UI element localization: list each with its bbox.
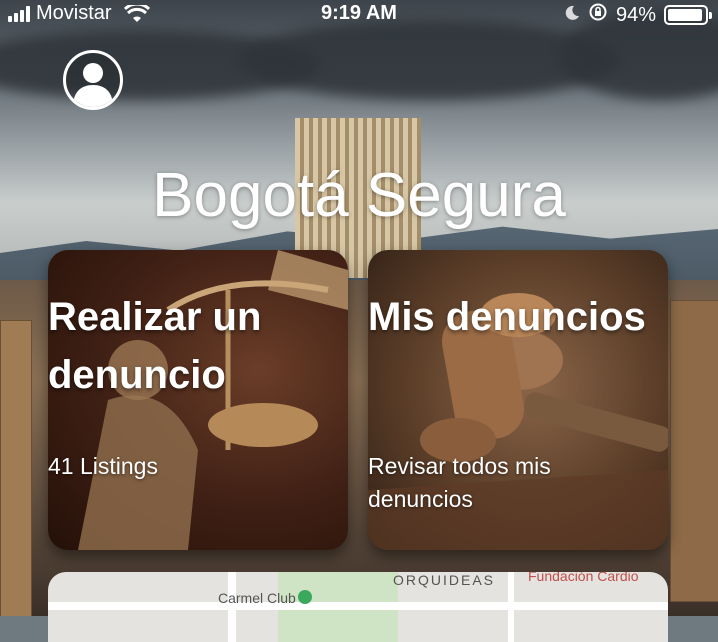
profile-avatar-button[interactable]	[63, 50, 123, 110]
card-subtitle: Revisar todos mis denuncios	[368, 453, 551, 513]
card-heading: Mis denuncios	[368, 295, 646, 339]
status-bar: Movistar 9:19 AM 94%	[0, 0, 718, 28]
place-pin-icon	[298, 590, 312, 604]
battery-icon	[664, 5, 712, 25]
map-label: ORQUIDEAS	[393, 572, 496, 588]
battery-percent: 94%	[615, 3, 656, 26]
map-preview[interactable]: Carmel Club ORQUIDEAS Fundación Cardio	[48, 572, 668, 642]
user-icon	[73, 63, 113, 107]
moon-icon	[564, 4, 580, 27]
map-label: Carmel Club	[218, 590, 296, 606]
card-mis-denuncios[interactable]: Mis denuncios Revisar todos mis denuncio…	[368, 250, 668, 550]
app-title: Bogotá Segura	[152, 161, 566, 230]
card-subtitle: 41 Listings	[48, 453, 158, 479]
card-realizar-denuncio[interactable]: Realizar un denuncio 41 Listings	[48, 250, 348, 550]
card-heading: Realizar un denuncio	[48, 295, 262, 397]
map-label: Fundación Cardio	[528, 572, 639, 584]
rotation-lock-icon	[588, 2, 608, 28]
